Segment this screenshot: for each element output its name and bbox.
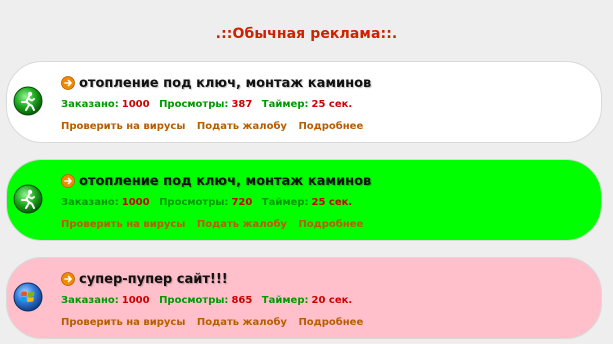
orange-arrow-icon: [61, 272, 75, 286]
views-value: 865: [231, 295, 253, 306]
ad-body: супер-пупер сайт!!! Заказано: 1000 Просмо…: [61, 270, 591, 330]
running-man-icon[interactable]: [13, 184, 43, 214]
running-man-icon[interactable]: [13, 86, 43, 116]
more-info-link[interactable]: Подробнее: [298, 219, 363, 230]
views-value: 387: [231, 99, 253, 110]
ordered-label: Заказано:: [61, 99, 119, 110]
page: .::Обычная реклама::. отопление под ключ…: [0, 0, 613, 344]
check-virus-link[interactable]: Проверить на вирусы: [61, 121, 185, 132]
timer-value: 25 сек.: [311, 99, 353, 110]
ad-body: отопление под ключ, монтаж каминов Заказ…: [61, 74, 591, 134]
timer-value: 25 сек.: [311, 197, 353, 208]
ad-stats: Заказано: 1000 Просмотры: 720 Таймер: 25 се…: [61, 196, 591, 210]
timer-label: Таймер:: [261, 197, 309, 208]
ad-card: отопление под ключ, монтаж каминов Заказ…: [6, 61, 602, 143]
ordered-label: Заказано:: [61, 295, 119, 306]
ad-links: Проверить на вирусы Подать жалобу Подроб…: [61, 316, 591, 330]
ordered-value: 1000: [121, 99, 150, 110]
ad-title-link[interactable]: супер-пупер сайт!!!: [79, 272, 228, 287]
more-info-link[interactable]: Подробнее: [298, 317, 363, 328]
complain-link[interactable]: Подать жалобу: [197, 219, 287, 230]
ad-title-row: супер-пупер сайт!!!: [61, 270, 591, 288]
timer-label: Таймер:: [261, 295, 309, 306]
views-value: 720: [231, 197, 253, 208]
section-title: .::Обычная реклама::.: [215, 26, 398, 42]
ad-title-row: отопление под ключ, монтаж каминов: [61, 74, 591, 92]
check-virus-link[interactable]: Проверить на вирусы: [61, 317, 185, 328]
timer-label: Таймер:: [261, 99, 309, 110]
orange-arrow-icon: [61, 174, 75, 188]
orange-arrow-icon: [61, 76, 75, 90]
check-virus-link[interactable]: Проверить на вирусы: [61, 219, 185, 230]
complain-link[interactable]: Подать жалобу: [197, 317, 287, 328]
ad-links: Проверить на вирусы Подать жалобу Подроб…: [61, 120, 591, 134]
ad-card: супер-пупер сайт!!! Заказано: 1000 Просмо…: [6, 257, 602, 339]
views-label: Просмотры:: [159, 197, 229, 208]
ad-title-link[interactable]: отопление под ключ, монтаж каминов: [79, 76, 371, 91]
ad-stats: Заказано: 1000 Просмотры: 865 Таймер: 20 се…: [61, 294, 591, 308]
ordered-value: 1000: [121, 295, 150, 306]
ad-stats: Заказано: 1000 Просмотры: 387 Таймер: 25 се…: [61, 98, 591, 112]
views-label: Просмотры:: [159, 99, 229, 110]
ordered-label: Заказано:: [61, 197, 119, 208]
more-info-link[interactable]: Подробнее: [298, 121, 363, 132]
timer-value: 20 сек.: [311, 295, 353, 306]
complain-link[interactable]: Подать жалобу: [197, 121, 287, 132]
ad-card: отопление под ключ, монтаж каминов Заказ…: [6, 159, 602, 241]
windows-logo-icon[interactable]: [13, 282, 43, 312]
ordered-value: 1000: [121, 197, 150, 208]
ad-title-link[interactable]: отопление под ключ, монтаж каминов: [79, 174, 371, 189]
ad-body: отопление под ключ, монтаж каминов Заказ…: [61, 172, 591, 232]
ad-links: Проверить на вирусы Подать жалобу Подроб…: [61, 218, 591, 232]
ad-title-row: отопление под ключ, монтаж каминов: [61, 172, 591, 190]
views-label: Просмотры:: [159, 295, 229, 306]
